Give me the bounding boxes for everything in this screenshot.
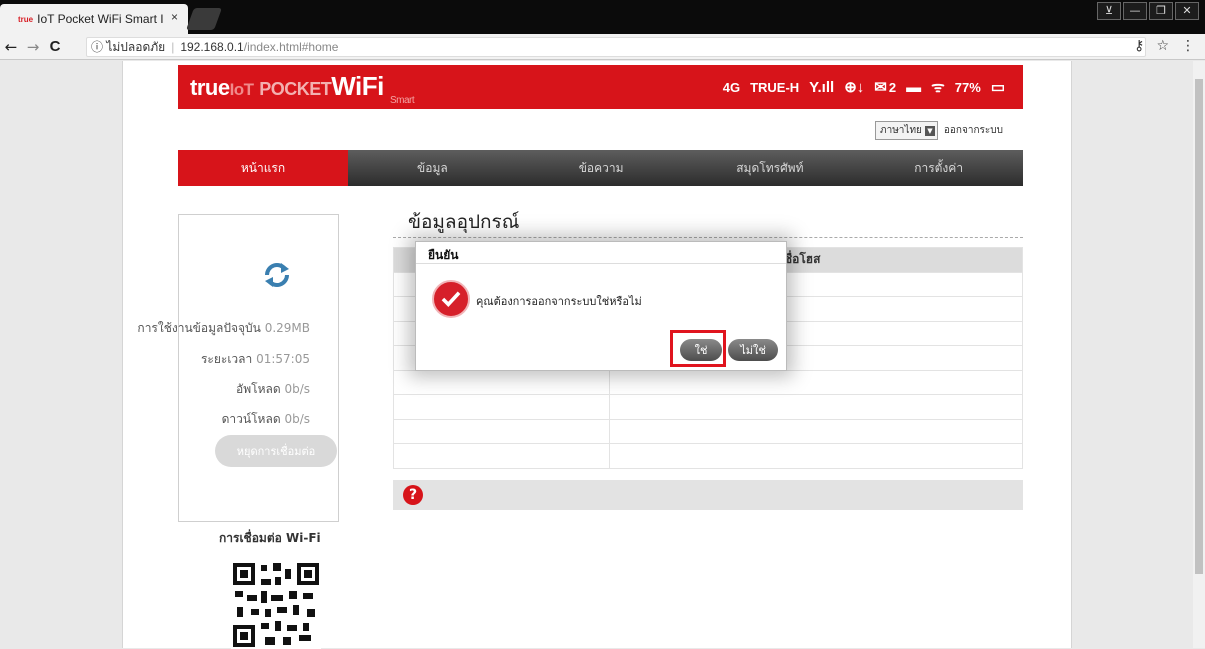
- back-icon[interactable]: ←: [0, 38, 22, 56]
- connection-panel: การใช้งานข้อมูลปัจจุบัน 0.29MB ระยะเวลา …: [137, 214, 339, 522]
- scrollbar-thumb[interactable]: [1195, 79, 1203, 574]
- url-host: 192.168.0.1: [180, 40, 244, 54]
- upload-row: อัพโหลด 0b/s: [236, 382, 310, 396]
- battery-percent: 77%: [954, 79, 981, 95]
- globe-icon: ⊕↓: [844, 79, 865, 96]
- tab-close-icon[interactable]: ×: [171, 10, 178, 24]
- url-input[interactable]: ⓘ ไม่ปลอดภัย | 192.168.0.1 /index.html#h…: [86, 37, 1146, 57]
- table-row: [393, 394, 1023, 420]
- wifi-icon: ᯤ: [931, 79, 945, 96]
- logo: trueIoT POCKETWiFi Smart: [190, 71, 415, 106]
- signal-icon: Y.ıll: [809, 78, 835, 96]
- help-bar: ?: [393, 480, 1023, 510]
- favicon-icon: true: [18, 14, 34, 24]
- dialog-message: คุณต้องการออกจากระบบใช่หรือไม่: [476, 295, 642, 308]
- battery-icon: ▭: [990, 79, 1005, 96]
- dialog-title: ยืนยัน: [416, 242, 786, 264]
- nav-phonebook[interactable]: สมุดโทรศัพท์: [686, 150, 855, 186]
- logout-link[interactable]: ออกจากระบบ: [944, 123, 1003, 138]
- language-row: ภาษาไทย ▼ ออกจากระบบ: [875, 121, 1003, 140]
- nav-info[interactable]: ข้อมูล: [348, 150, 517, 186]
- page-scrollbar[interactable]: [1193, 61, 1205, 648]
- nav-settings[interactable]: การตั้งค่า: [854, 150, 1023, 186]
- table-row: [393, 443, 1023, 469]
- title-divider: [393, 237, 1023, 238]
- window-controls: ⊻ — ❐ ✕: [1097, 2, 1199, 20]
- refresh-icon[interactable]: [261, 259, 293, 291]
- profile-icon[interactable]: ⊻: [1097, 2, 1121, 20]
- star-icon[interactable]: ☆: [1156, 38, 1169, 54]
- url-path: /index.html#home: [243, 40, 339, 54]
- confirm-dialog: ยืนยัน คุณต้องการออกจากระบบใช่หรือไม่ ใช…: [415, 241, 787, 371]
- key-icon[interactable]: ⚷: [1134, 38, 1144, 54]
- restore-button[interactable]: ❐: [1149, 2, 1173, 20]
- table-row: [393, 369, 1023, 395]
- check-icon: [432, 280, 470, 318]
- close-window-button[interactable]: ✕: [1175, 2, 1199, 20]
- mail-icon[interactable]: ✉: [874, 78, 887, 96]
- new-tab-button[interactable]: [185, 8, 223, 30]
- page-content: trueIoT POCKETWiFi Smart 4G TRUE-H Y.ıll…: [122, 61, 1072, 649]
- tab-title: IoT Pocket WiFi Smart I: [37, 12, 164, 26]
- menu-icon[interactable]: ⋮: [1181, 38, 1195, 54]
- forward-icon[interactable]: →: [22, 38, 44, 56]
- duration-row: ระยะเวลา 01:57:05: [200, 352, 310, 366]
- chevron-down-icon: ▼: [924, 125, 935, 136]
- download-row: ดาวน์โหลด 0b/s: [221, 412, 310, 426]
- browser-tab-bar: true IoT Pocket WiFi Smart I × ⊻ — ❐ ✕: [0, 0, 1205, 34]
- highlight-box: [670, 330, 726, 367]
- disconnect-button[interactable]: หยุดการเชื่อมต่อ: [215, 435, 337, 467]
- nav-home[interactable]: หน้าแรก: [178, 150, 348, 186]
- qr-code: [231, 561, 321, 649]
- minimize-button[interactable]: —: [1123, 2, 1147, 20]
- wifi-connection-label: การเชื่อมต่อ Wi-Fi: [219, 531, 321, 545]
- security-label[interactable]: ⓘ ไม่ปลอดภัย: [91, 38, 165, 57]
- page-title: ข้อมูลอุปกรณ์: [408, 211, 520, 233]
- status-icons: 4G TRUE-H Y.ıll ⊕↓ ✉ 2 ▬ ᯤ 77% ▭: [723, 77, 1005, 97]
- usage-row: การใช้งานข้อมูลปัจจุบัน 0.29MB: [137, 321, 310, 335]
- table-row: [393, 418, 1023, 444]
- help-icon[interactable]: ?: [403, 485, 423, 505]
- language-select[interactable]: ภาษาไทย ▼: [875, 121, 938, 140]
- sim-icon: ▬: [906, 78, 922, 96]
- reload-icon[interactable]: C: [44, 38, 66, 55]
- page-viewport: trueIoT POCKETWiFi Smart 4G TRUE-H Y.ıll…: [0, 61, 1193, 649]
- message-count: 2: [888, 79, 897, 95]
- browser-tab[interactable]: true IoT Pocket WiFi Smart I ×: [0, 4, 188, 34]
- header-banner: trueIoT POCKETWiFi Smart 4G TRUE-H Y.ıll…: [178, 65, 1023, 109]
- no-button[interactable]: ไม่ใช่: [728, 339, 778, 361]
- operator-name: TRUE-H: [750, 79, 800, 95]
- address-bar-row: ← → C ⓘ ไม่ปลอดภัย | 192.168.0.1 /index.…: [0, 34, 1205, 60]
- network-type: 4G: [722, 79, 741, 95]
- main-nav: หน้าแรก ข้อมูล ข้อความ สมุดโทรศัพท์ การต…: [178, 150, 1023, 186]
- nav-messages[interactable]: ข้อความ: [517, 150, 686, 186]
